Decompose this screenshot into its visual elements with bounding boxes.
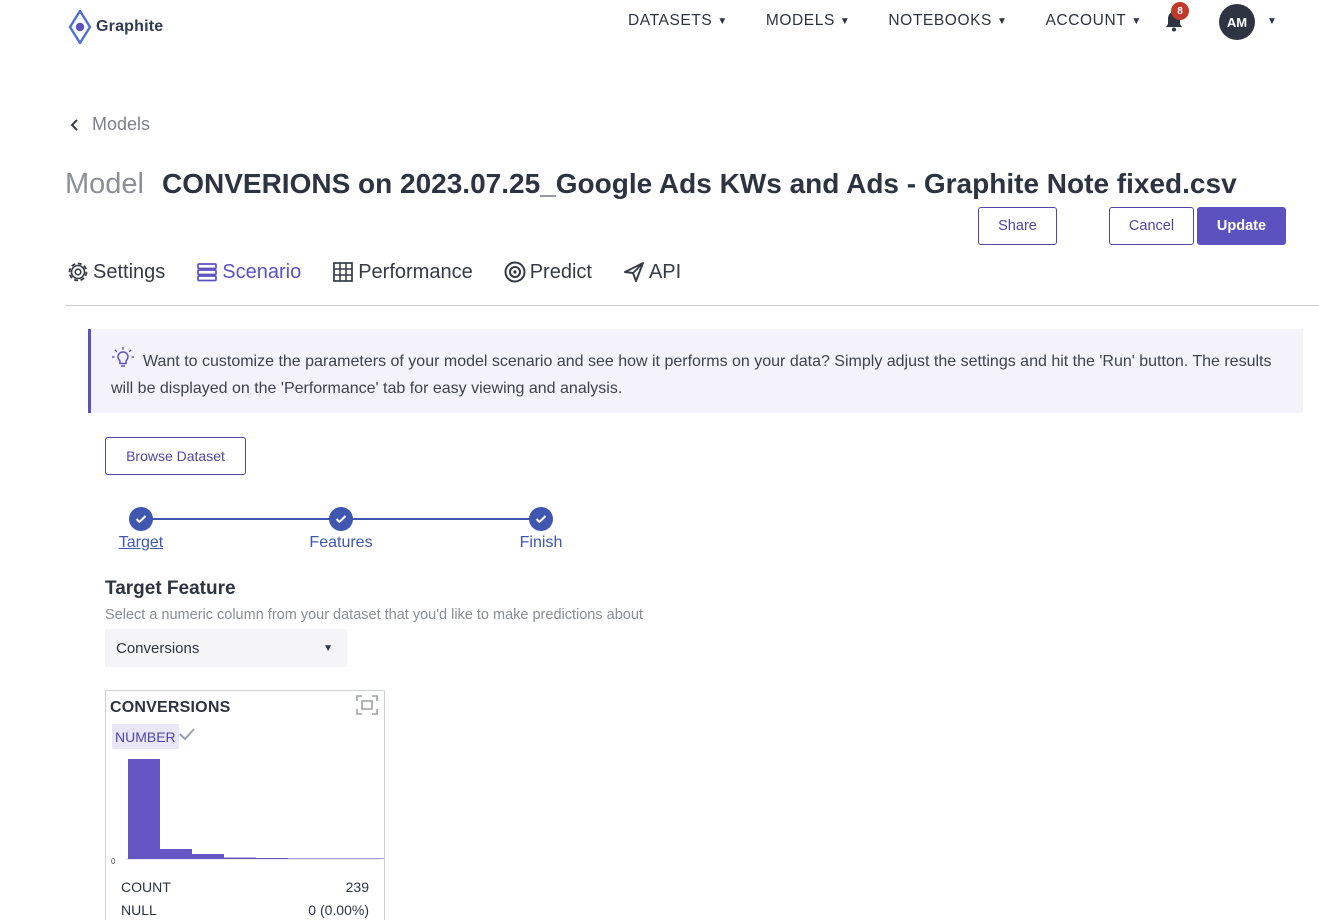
- check-icon: [135, 515, 147, 524]
- top-nav: DATASETS ▼ MODELS ▼ NOTEBOOKS ▼ ACCOUNT …: [628, 12, 1180, 30]
- histogram-bar: [192, 854, 224, 859]
- update-button[interactable]: Update: [1197, 207, 1286, 245]
- histogram-axis-zero: 0: [111, 857, 116, 866]
- info-callout: Want to customize the parameters of your…: [88, 329, 1303, 413]
- feature-type-badge: NUMBER: [112, 724, 179, 749]
- histogram-bar: [352, 858, 384, 859]
- caret-down-icon: ▼: [717, 15, 728, 27]
- histogram-bar: [320, 858, 352, 859]
- step-target-label[interactable]: Target: [119, 534, 163, 552]
- histogram-bar: [288, 858, 320, 859]
- target-feature-select[interactable]: Conversions ▼: [105, 629, 347, 667]
- target-icon: [504, 261, 526, 283]
- avatar[interactable]: AM: [1219, 4, 1255, 40]
- grid-icon: [333, 262, 354, 282]
- stat-row-null: NULL 0 (0.00%): [121, 902, 369, 918]
- nav-notebooks[interactable]: NOTEBOOKS ▼: [888, 12, 1007, 30]
- graphite-logo[interactable]: Graphite: [68, 10, 163, 44]
- tabs-divider: [65, 305, 1319, 306]
- avatar-caret-icon[interactable]: ▼: [1267, 16, 1277, 27]
- histogram-bar: [160, 849, 192, 859]
- nav-models[interactable]: MODELS ▼: [766, 12, 851, 30]
- target-feature-value: Conversions: [116, 639, 200, 657]
- cancel-button[interactable]: Cancel: [1109, 207, 1194, 245]
- share-button[interactable]: Share: [978, 207, 1057, 245]
- tab-scenario[interactable]: Scenario: [195, 260, 301, 284]
- caret-down-icon: ▼: [996, 15, 1008, 27]
- step-finish-dot[interactable]: [529, 507, 553, 531]
- tab-performance-label: Performance: [358, 260, 473, 283]
- nav-notebooks-label: NOTEBOOKS: [888, 12, 992, 29]
- graphite-logo-icon: [68, 10, 92, 44]
- breadcrumb-models-link[interactable]: Models: [92, 114, 150, 135]
- nav-datasets[interactable]: DATASETS ▼: [628, 12, 728, 30]
- step-features-dot[interactable]: [329, 507, 353, 531]
- tab-settings-label: Settings: [93, 260, 166, 283]
- histogram-bar: [224, 857, 256, 859]
- feature-card-title: CONVERSIONS: [110, 699, 231, 716]
- scenario-stepper: Target Features Finish: [105, 505, 585, 557]
- histogram-bar: [128, 759, 160, 859]
- info-text: Want to customize the parameters of your…: [111, 353, 1272, 397]
- step-finish-label[interactable]: Finish: [520, 534, 563, 552]
- nav-account-label: ACCOUNT: [1045, 12, 1127, 29]
- share-icon: [624, 262, 644, 282]
- expand-icon[interactable]: [356, 695, 378, 715]
- check-icon: [335, 515, 347, 524]
- tab-predict[interactable]: Predict: [503, 260, 592, 284]
- tab-performance[interactable]: Performance: [331, 260, 473, 284]
- tab-predict-label: Predict: [529, 260, 592, 283]
- tab-api[interactable]: API: [622, 260, 681, 284]
- lightbulb-icon: [112, 347, 134, 367]
- brand-name: Graphite: [96, 18, 164, 35]
- target-feature-description: Select a numeric column from your datase…: [105, 607, 643, 623]
- check-icon: [535, 515, 547, 524]
- step-features-label[interactable]: Features: [309, 534, 372, 552]
- stat-null-label: NULL: [121, 902, 157, 918]
- page-title-prefix: Model: [65, 168, 144, 200]
- tab-scenario-label: Scenario: [222, 260, 302, 283]
- nav-models-label: MODELS: [765, 12, 835, 29]
- tab-settings[interactable]: Settings: [66, 260, 165, 284]
- stat-row-count: COUNT 239: [121, 879, 369, 895]
- caret-down-icon: ▼: [1131, 15, 1142, 27]
- feature-histogram: 0: [111, 759, 384, 866]
- histogram-bar: [256, 858, 288, 859]
- stat-count-label: COUNT: [121, 879, 171, 895]
- step-target-dot[interactable]: [129, 507, 153, 531]
- stat-null-value: 0 (0.00%): [308, 902, 369, 918]
- target-feature-heading: Target Feature: [105, 578, 236, 599]
- model-tabs: Settings Scenario Performance Predict AP…: [66, 260, 711, 284]
- model-name: CONVERIONS on 2023.07.25_Google Ads KWs …: [162, 168, 1237, 199]
- layers-icon: [197, 263, 218, 282]
- chevron-left-icon: [70, 118, 78, 131]
- page-title: Model CONVERIONS on 2023.07.25_Google Ad…: [65, 168, 1237, 201]
- caret-down-icon: ▼: [323, 642, 333, 654]
- stat-count-value: 239: [345, 879, 369, 895]
- nav-account[interactable]: ACCOUNT ▼: [1045, 12, 1141, 30]
- notification-badge: 8: [1171, 2, 1189, 20]
- feature-card: CONVERSIONS NUMBER 0 COUNT 239 NULL 0 (0…: [105, 690, 385, 920]
- gear-icon: [68, 262, 88, 282]
- nav-datasets-label: DATASETS: [628, 12, 713, 29]
- tab-api-label: API: [648, 260, 682, 283]
- check-icon: [179, 728, 195, 741]
- caret-down-icon: ▼: [839, 15, 851, 27]
- browse-dataset-button[interactable]: Browse Dataset: [105, 437, 246, 475]
- breadcrumb[interactable]: Models: [70, 114, 150, 135]
